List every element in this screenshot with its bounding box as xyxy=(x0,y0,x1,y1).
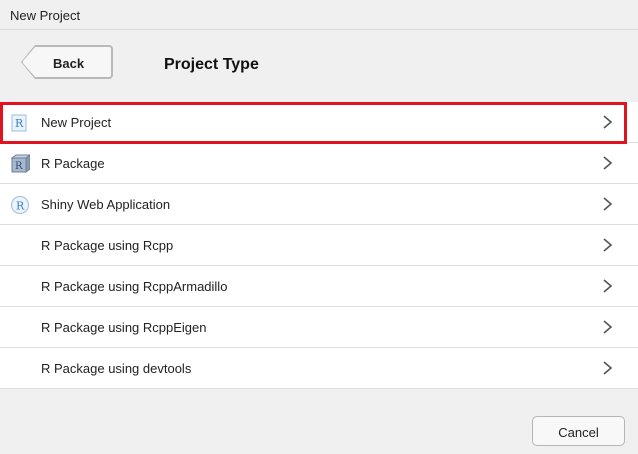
back-button[interactable]: Back xyxy=(22,46,112,78)
chevron-right-icon xyxy=(601,276,615,296)
list-item-label: Shiny Web Application xyxy=(41,197,171,212)
list-item-shiny-web-application[interactable]: R Shiny Web Application xyxy=(0,184,638,225)
list-item-new-project[interactable]: R New Project xyxy=(0,102,638,143)
list-item-label: New Project xyxy=(41,115,112,130)
list-item-label: R Package using devtools xyxy=(41,361,192,376)
shiny-icon: R xyxy=(10,195,30,215)
list-item-r-package-rcpp[interactable]: R Package using Rcpp xyxy=(0,225,638,266)
list-item-label: R Package xyxy=(41,156,105,171)
list-item-r-package-devtools[interactable]: R Package using devtools xyxy=(0,348,638,389)
chevron-right-icon xyxy=(601,112,615,132)
svg-text:R: R xyxy=(16,200,25,213)
chevron-right-icon xyxy=(601,194,615,214)
svg-text:R: R xyxy=(15,161,23,172)
r-package-icon: R xyxy=(10,154,32,174)
r-project-icon: R xyxy=(10,113,30,133)
chevron-right-icon xyxy=(601,317,615,337)
chevron-right-icon xyxy=(601,358,615,378)
svg-text:R: R xyxy=(15,117,24,130)
cancel-button[interactable]: Cancel xyxy=(532,416,625,446)
list-item-label: R Package using Rcpp xyxy=(41,238,174,253)
page-title: Project Type xyxy=(164,56,259,73)
list-item-label: R Package using RcppArmadillo xyxy=(41,279,228,294)
list-item-label: R Package using RcppEigen xyxy=(41,320,207,335)
project-type-list: R New Project R R Package R Shiny Web Ap… xyxy=(0,102,638,389)
back-button-label: Back xyxy=(53,56,85,71)
list-item-r-package-rcppeigen[interactable]: R Package using RcppEigen xyxy=(0,307,638,348)
chevron-right-icon xyxy=(601,235,615,255)
list-item-r-package[interactable]: R R Package xyxy=(0,143,638,184)
list-item-r-package-rcpparmadillo[interactable]: R Package using RcppArmadillo xyxy=(0,266,638,307)
cancel-button-label: Cancel xyxy=(558,425,599,440)
title-bar: New Project xyxy=(0,0,638,30)
chevron-right-icon xyxy=(601,153,615,173)
window-title: New Project xyxy=(10,8,81,23)
